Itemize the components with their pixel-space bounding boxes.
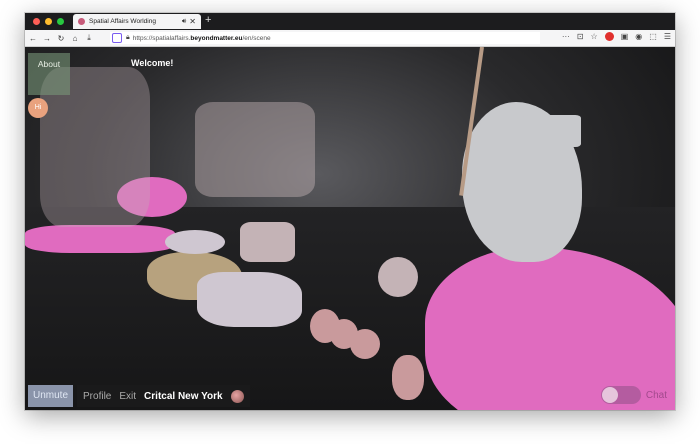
adblock-icon[interactable] [604,32,614,41]
welcome-message: Welcome! [131,58,174,68]
exit-button[interactable]: Exit [119,391,136,402]
room-navigation: Profile Exit Critcal New York [77,385,250,407]
lock-icon[interactable]: 🔒︎ [126,34,130,42]
new-tab-button[interactable]: + [205,14,211,26]
pink-puddle-left [25,225,175,253]
zoom-window-button[interactable] [57,18,64,25]
forward-icon[interactable]: → [41,34,53,43]
lilac-tile [165,230,225,254]
account-icon[interactable]: ◉ [635,32,642,41]
pocket-icon[interactable]: ⊡ [577,32,584,41]
reload-icon[interactable]: ↻ [55,34,67,43]
chat-label: Chat [645,389,667,401]
tab-bar: Spatial Affairs Worlding 🔊︎ ✕ + [25,13,675,30]
chat-toggle-knob[interactable] [601,387,618,403]
menu-icon[interactable]: ☰ [664,32,671,41]
profile-button[interactable]: Profile [83,391,111,402]
page-actions-icon[interactable]: ··· [562,32,570,41]
scattered-shapes [195,102,315,197]
minimize-window-button[interactable] [45,18,52,25]
close-tab-icon[interactable]: ✕ [189,17,196,26]
lilac-slab [197,272,302,327]
tab-title: Spatial Affairs Worlding [89,18,156,25]
unmute-button[interactable]: Unmute [28,385,74,407]
bottom-toolbar: Unmute Profile Exit Critcal New York [28,385,250,407]
speaker-icon[interactable]: 🔊︎ [182,18,186,26]
chat-toggle-track[interactable] [600,386,641,404]
chat-toggle[interactable]: Chat [600,386,667,404]
rose-stones-3 [350,329,380,359]
bookmark-star-icon[interactable]: ☆ [591,32,598,41]
home-icon[interactable]: ⌂ [69,34,81,43]
sidebar-icon[interactable]: ▣ [621,32,629,41]
3d-scene-viewport[interactable]: About Welcome! Hi Unmute Profile Exit Cr… [25,47,675,410]
about-button[interactable]: About [28,53,70,95]
back-icon[interactable]: ← [27,34,39,43]
rose-pebble [392,355,424,400]
close-window-button[interactable] [33,18,40,25]
room-name[interactable]: Critcal New York [144,391,223,402]
silver-fragment [523,115,581,147]
window-controls [33,18,64,25]
room-sphere-icon[interactable] [230,389,244,403]
address-bar[interactable]: 🔒︎ https://spatialaffairs.beyondmatter.e… [110,32,540,44]
site-favicon-icon [78,18,85,25]
download-icon[interactable]: ⤓ [83,33,95,43]
browser-window: Spatial Affairs Worlding 🔊︎ ✕ + ← → ↻ ⌂ … [25,13,675,410]
navigation-bar: ← → ↻ ⌂ ⤓ 🔒︎ https://spatialaffairs.beyo… [25,30,675,47]
browser-tab[interactable]: Spatial Affairs Worlding 🔊︎ ✕ [73,14,201,29]
pale-figure [378,257,418,297]
url-text: https://spatialaffairs.beyondmatter.eu/e… [132,34,271,42]
extension-icon[interactable]: ⬚ [649,32,657,41]
pale-cross [240,222,295,262]
toolbar-right: ··· ⊡ ☆ ▣ ◉ ⬚ ☰ [562,32,671,41]
tracking-shield-icon[interactable] [112,33,122,43]
avatar[interactable]: Hi [28,98,48,118]
